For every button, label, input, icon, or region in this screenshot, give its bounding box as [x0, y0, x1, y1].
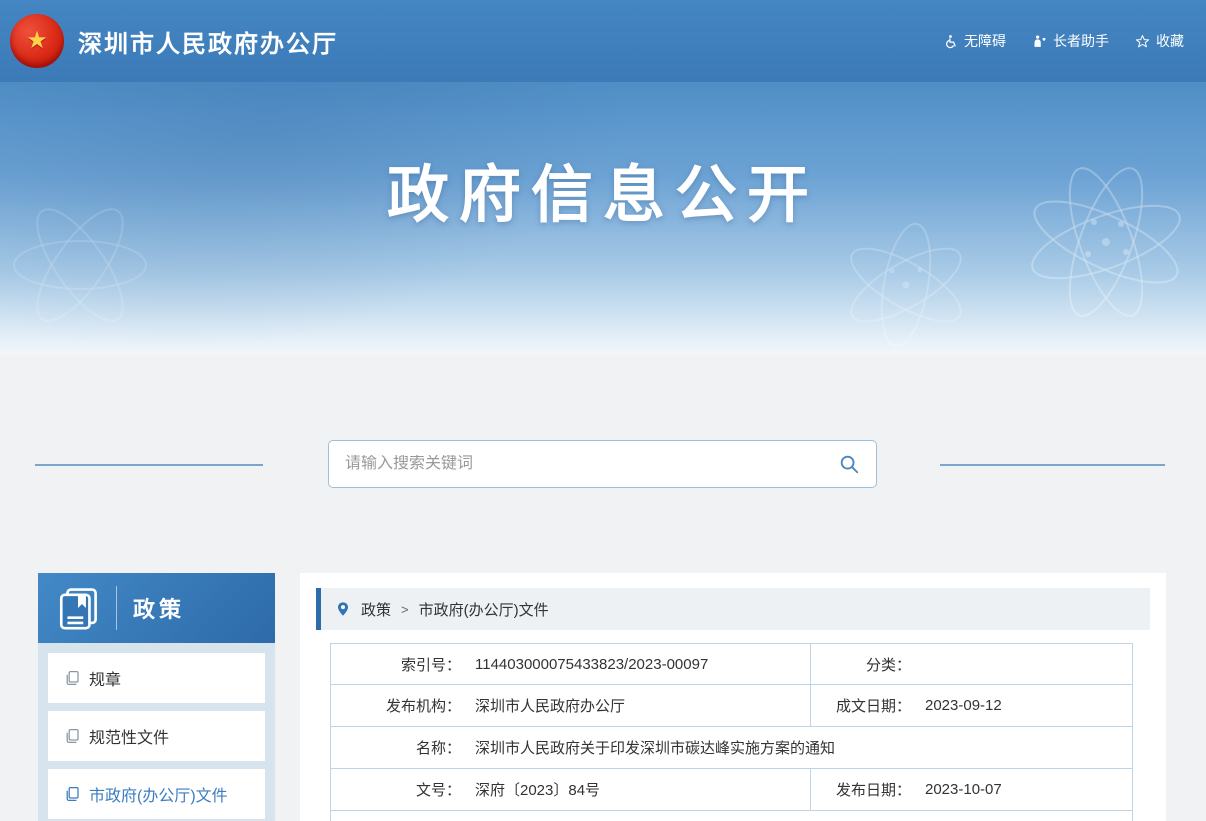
page-title: 政府信息公开: [0, 144, 1206, 234]
decorative-line-left: [35, 464, 263, 466]
star-icon: [1135, 34, 1150, 49]
sidebar-item-normative-documents[interactable]: 规范性文件: [48, 711, 265, 761]
meta-cell-issuing-agency: 发布机构： 深圳市人民政府办公厅: [331, 685, 811, 726]
document-meta-table: 索引号： 114403000075433823/2023-00097 分类： 发…: [330, 643, 1133, 821]
meta-value: 2023-10-07: [925, 781, 1002, 798]
accessibility-icon: [943, 34, 958, 49]
meta-cell-document-number: 文号： 深府〔2023〕84号: [331, 769, 811, 810]
table-row: 发布机构： 深圳市人民政府办公厅 成文日期： 2023-09-12: [330, 685, 1133, 727]
page-root: ★ 深圳市人民政府办公厅 无障碍: [0, 0, 1206, 821]
favorite-label: 收藏: [1156, 31, 1184, 51]
table-row: 名称： 深圳市人民政府关于印发深圳市碳达峰实施方案的通知: [330, 727, 1133, 769]
meta-cell-document-name: 名称： 深圳市人民政府关于印发深圳市碳达峰实施方案的通知: [331, 727, 1132, 768]
meta-cell-publish-date: 发布日期： 2023-10-07: [811, 769, 1132, 810]
accessibility-link[interactable]: 无障碍: [943, 31, 1006, 51]
breadcrumb: 政策 > 市政府(办公厅)文件: [316, 588, 1150, 630]
sidebar-item-label: 规范性文件: [89, 724, 169, 748]
meta-value: 114403000075433823/2023-00097: [475, 656, 708, 673]
location-pin-icon: [335, 601, 351, 617]
meta-value: 深府〔2023〕84号: [475, 779, 600, 800]
favorite-link[interactable]: 收藏: [1135, 31, 1184, 51]
elder-assist-label: 长者助手: [1053, 31, 1109, 51]
meta-cell-partial: [331, 811, 1132, 821]
book-icon: [56, 586, 100, 630]
meta-value: 深圳市人民政府关于印发深圳市碳达峰实施方案的通知: [475, 737, 835, 758]
elder-assist-icon: [1032, 34, 1047, 49]
brand[interactable]: ★ 深圳市人民政府办公厅: [10, 14, 338, 68]
sidebar-item-regulations[interactable]: 规章: [48, 653, 265, 703]
sidebar-item-label: 市政府(办公厅)文件: [89, 782, 228, 806]
meta-label: 索引号：: [331, 654, 461, 675]
meta-cell-index-number: 索引号： 114403000075433823/2023-00097: [331, 644, 811, 684]
meta-cell-category: 分类：: [811, 644, 1132, 684]
elder-assist-link[interactable]: 长者助手: [1032, 31, 1109, 51]
meta-cell-issue-date: 成文日期： 2023-09-12: [811, 685, 1132, 726]
table-row-partial: [330, 811, 1133, 821]
meta-label: 成文日期：: [811, 695, 911, 716]
national-emblem-logo: ★: [10, 14, 64, 68]
sidebar-header: 政策: [38, 573, 275, 643]
main-panel: 政策 > 市政府(办公厅)文件 索引号： 114403000075433823/…: [300, 573, 1166, 821]
top-header: ★ 深圳市人民政府办公厅 无障碍: [0, 0, 1206, 82]
hero-banner: 政府信息公开: [0, 82, 1206, 355]
meta-value: 深圳市人民政府办公厅: [475, 695, 625, 716]
breadcrumb-item-current[interactable]: 市政府(办公厅)文件: [419, 599, 549, 620]
header-links: 无障碍 长者助手 收藏: [943, 31, 1184, 51]
sidebar-item-label: 规章: [89, 666, 121, 690]
meta-label: 分类：: [811, 654, 911, 675]
search-input[interactable]: [345, 455, 838, 473]
decorative-line-right: [940, 464, 1165, 466]
table-row: 文号： 深府〔2023〕84号 发布日期： 2023-10-07: [330, 769, 1133, 811]
document-icon: [64, 786, 80, 802]
sidebar-header-divider: [116, 586, 117, 630]
meta-value: 2023-09-12: [925, 697, 1002, 714]
sidebar-title: 政策: [133, 592, 185, 624]
breadcrumb-separator: >: [401, 602, 409, 617]
search-icon: [838, 453, 860, 475]
search-button[interactable]: [838, 453, 860, 475]
meta-label: 文号：: [331, 779, 461, 800]
accessibility-label: 无障碍: [964, 31, 1006, 51]
sidebar-items: 规章 规范性文件 市政府(办公厅)文件: [38, 643, 275, 821]
emblem-star-icon: ★: [26, 29, 48, 53]
sidebar-item-municipal-gov-documents[interactable]: 市政府(办公厅)文件: [48, 769, 265, 819]
sidebar: 政策 规章 规范性文件: [38, 573, 275, 821]
breadcrumb-item-policy[interactable]: 政策: [361, 599, 391, 620]
table-row: 索引号： 114403000075433823/2023-00097 分类：: [330, 643, 1133, 685]
meta-label: 发布日期：: [811, 779, 911, 800]
document-icon: [64, 728, 80, 744]
meta-label: 名称：: [331, 737, 461, 758]
site-title: 深圳市人民政府办公厅: [78, 24, 338, 59]
meta-label: 发布机构：: [331, 695, 461, 716]
document-icon: [64, 670, 80, 686]
search-box: [328, 440, 877, 488]
